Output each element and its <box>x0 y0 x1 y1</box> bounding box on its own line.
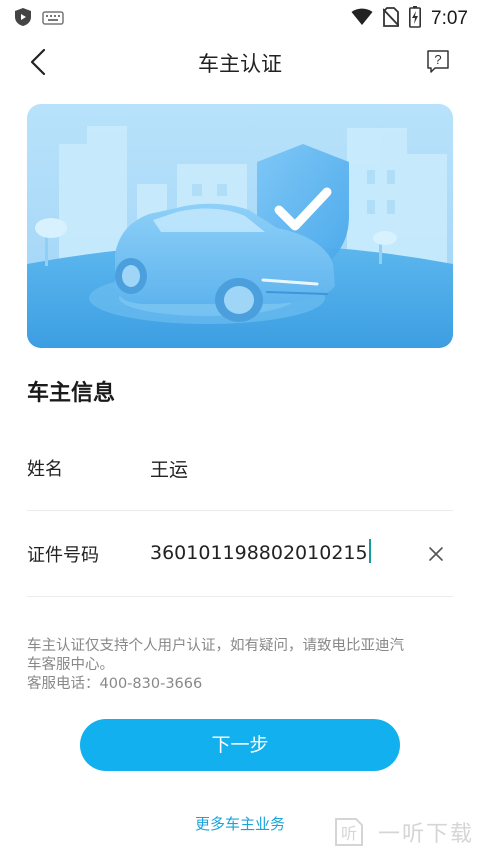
name-row: 姓名 王运 <box>27 425 453 511</box>
help-chat-icon: ? <box>427 50 449 73</box>
status-bar: 7:07 <box>0 0 480 34</box>
battery-charging-icon <box>409 6 422 32</box>
watermark-text: 一听下载 <box>377 822 474 847</box>
name-value: 王运 <box>150 459 189 481</box>
svg-text:听: 听 <box>341 824 357 843</box>
auth-notice: 车主认证仅支持个人用户认证，如有疑问，请致电比亚迪汽 车客服中心。 客服电话：4… <box>27 637 457 694</box>
keyboard-icon <box>42 10 64 29</box>
notice-line: 车主认证仅支持个人用户认证，如有疑问，请致电比亚迪汽 <box>27 638 404 654</box>
header: 车主认证 ? <box>0 34 480 90</box>
no-sim-icon <box>382 7 400 31</box>
wifi-icon <box>351 8 373 30</box>
id-number-row: 证件号码 360101198802010215 <box>27 511 453 597</box>
help-button[interactable]: ? <box>426 49 450 73</box>
notice-line: 车客服中心。 <box>27 657 114 673</box>
next-step-button[interactable]: 下一步 <box>80 719 400 771</box>
svg-text:?: ? <box>434 52 441 67</box>
car-shield-illustration <box>27 104 453 348</box>
owner-auth-banner <box>27 104 453 348</box>
owner-info-title: 车主信息 <box>27 381 116 406</box>
name-label: 姓名 <box>27 459 63 480</box>
watermark-logo-icon: 听 <box>334 818 363 846</box>
shield-app-icon <box>14 7 32 31</box>
close-icon <box>429 547 443 561</box>
id-number-label: 证件号码 <box>27 545 99 566</box>
page-title: 车主认证 <box>198 52 282 76</box>
watermark: 听 一听下载 <box>332 815 474 849</box>
clear-input-button[interactable] <box>427 545 445 563</box>
service-phone: 客服电话：400-830-3666 <box>27 676 203 692</box>
id-number-input[interactable]: 360101198802010215 <box>150 539 420 564</box>
id-number-value: 360101198802010215 <box>150 542 368 564</box>
text-caret <box>368 539 371 563</box>
status-time: 7:07 <box>431 8 468 29</box>
